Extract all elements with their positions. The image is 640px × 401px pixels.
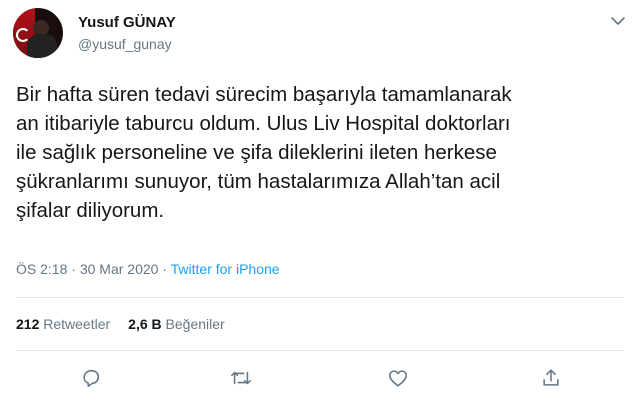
avatar-body (27, 34, 57, 58)
chevron-down-icon[interactable] (608, 14, 628, 28)
tweet-meta: ÖS 2:18 · 30 Mar 2020 · Twitter for iPho… (16, 261, 280, 277)
user-handle[interactable]: @yusuf_gunay (78, 36, 172, 52)
reply-icon[interactable] (77, 364, 105, 392)
retweets-label: Retweetler (43, 316, 111, 332)
meta-separator: · (162, 261, 167, 277)
tweet-source-link[interactable]: Twitter for iPhone (171, 261, 280, 277)
likes-stat[interactable]: 2,6 B Beğeniler (128, 316, 225, 332)
action-bar (0, 364, 640, 392)
tweet-date[interactable]: 30 Mar 2020 (80, 261, 159, 277)
likes-label: Beğeniler (165, 316, 225, 332)
tweet-time[interactable]: ÖS 2:18 (16, 261, 67, 277)
tweet-text-line: ile sağlık personeline ve şifa dilekleri… (16, 141, 497, 164)
tweet-card: Yusuf GÜNAY @yusuf_gunay Bir hafta süren… (0, 0, 640, 401)
tweet-text-line: an itibariyle taburcu oldum. Ulus Liv Ho… (16, 112, 511, 135)
meta-separator: · (71, 261, 76, 277)
likes-count: 2,6 B (128, 316, 162, 332)
avatar[interactable] (13, 8, 63, 58)
tweet-text-line: şifalar diliyorum. (16, 199, 165, 222)
retweet-icon[interactable] (227, 364, 255, 392)
divider (16, 297, 624, 298)
share-icon[interactable] (537, 364, 565, 392)
tweet-text-line: şükranlarımı sunuyor, tüm hastalarımıza … (16, 170, 501, 193)
tweet-stats: 212 Retweetler 2,6 B Beğeniler (16, 316, 225, 332)
tweet-text: Bir hafta süren tedavi sürecim başarıyla… (16, 80, 616, 225)
retweets-count: 212 (16, 316, 40, 332)
user-name[interactable]: Yusuf GÜNAY (78, 14, 176, 31)
tweet-text-line: Bir hafta süren tedavi sürecim başarıyla… (16, 83, 512, 106)
retweets-stat[interactable]: 212 Retweetler (16, 316, 110, 332)
divider (16, 350, 624, 351)
heart-icon[interactable] (384, 364, 412, 392)
